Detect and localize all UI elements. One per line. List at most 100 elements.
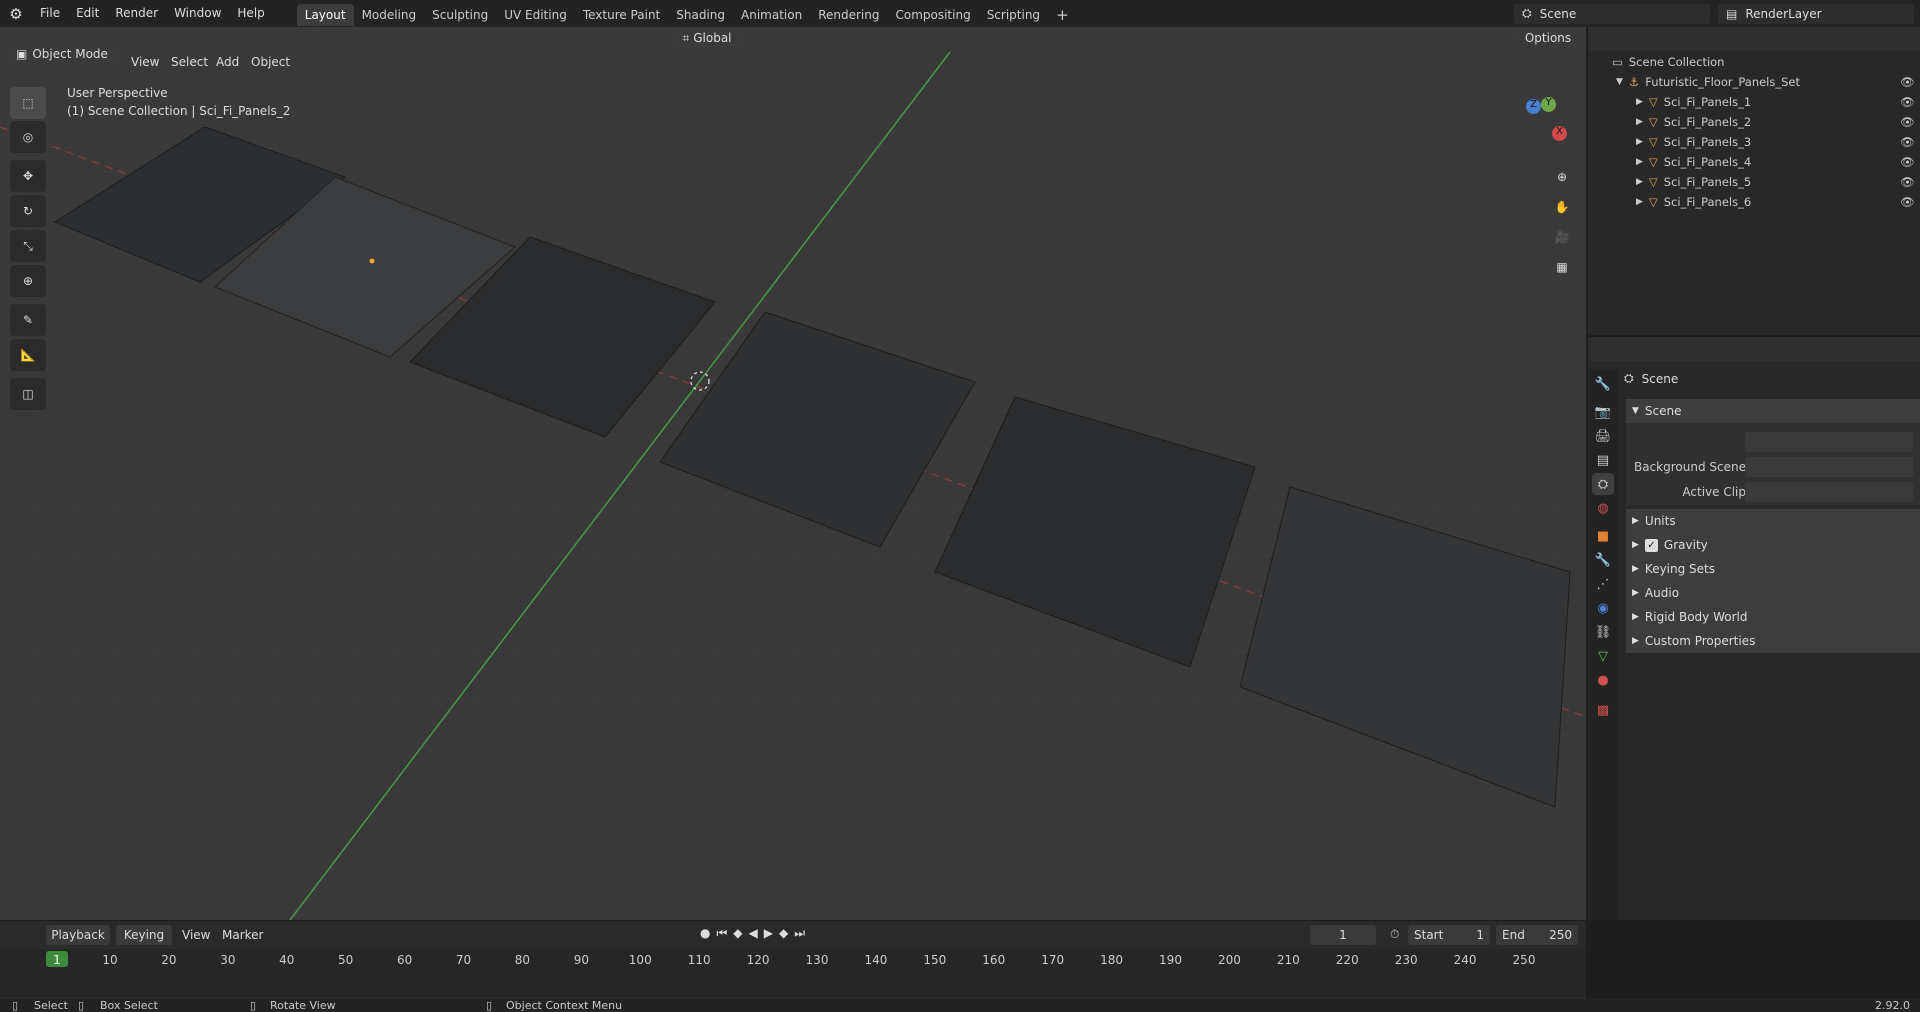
gravity-checkbox[interactable]: ✓ [1644, 538, 1658, 552]
ortho-grid-icon[interactable]: ▦ [1548, 253, 1576, 281]
audio-panel[interactable]: ▶ Audio [1626, 581, 1920, 605]
playback-menu[interactable]: Playback [46, 925, 110, 945]
cursor-tool[interactable]: ◎ [10, 121, 46, 153]
transform-tool[interactable]: ⊕ [10, 265, 46, 297]
tab-rendering[interactable]: Rendering [810, 4, 887, 26]
tab-compositing[interactable]: Compositing [887, 4, 978, 26]
transform-orientation-dropdown[interactable]: ⌗ Global [668, 28, 746, 48]
scene-tab-icon[interactable]: ⛭ [1592, 473, 1614, 495]
keying-menu[interactable]: Keying [116, 925, 172, 945]
timeline-view-menu[interactable]: View [182, 928, 210, 942]
jump-keyframe-forward-icon[interactable]: ◆ [779, 926, 788, 941]
constraints-tab-icon[interactable]: ⛓ [1592, 621, 1614, 643]
eye-icon[interactable]: 👁 [1900, 135, 1915, 149]
camera-field[interactable] [1745, 432, 1913, 452]
scene-selector[interactable]: ⛭ Scene [1514, 3, 1710, 24]
world-tab-icon[interactable]: ◍ [1592, 497, 1614, 519]
3d-viewport[interactable]: ▣ Object Mode View Select Add Object ⌗ G… [0, 27, 1586, 920]
move-tool[interactable]: ✥ [10, 160, 46, 192]
menu-render[interactable]: Render [107, 0, 166, 27]
play-reverse-icon[interactable]: ◀ [749, 926, 758, 941]
view-layer-tab-icon[interactable]: ▤ [1592, 449, 1614, 471]
eye-icon[interactable]: 👁 [1900, 75, 1915, 89]
jump-end-icon[interactable]: ⏭ [794, 926, 805, 941]
menu-file[interactable]: File [32, 0, 68, 27]
collection-row[interactable]: ▼ ⚓ Futuristic_Floor_Panels_Set 👁 [1588, 72, 1920, 92]
scale-tool[interactable]: ⤡ [10, 230, 46, 262]
tab-animation[interactable]: Animation [733, 4, 810, 26]
tab-texture-paint[interactable]: Texture Paint [575, 4, 668, 26]
start-frame-field[interactable]: Start 1 [1408, 925, 1490, 945]
view-layer-selector[interactable]: ▤ RenderLayer [1718, 3, 1914, 24]
tab-scripting[interactable]: Scripting [979, 4, 1048, 26]
pan-hand-icon[interactable]: ✋ [1548, 193, 1576, 221]
outliner-item-4[interactable]: ▶ ▽ Sci_Fi_Panels_4 👁 [1588, 152, 1920, 172]
tab-shading[interactable]: Shading [668, 4, 733, 26]
add-workspace-button[interactable]: + [1048, 4, 1077, 26]
stopwatch-icon[interactable]: ⏱ [1390, 927, 1399, 942]
eye-icon[interactable]: 👁 [1900, 155, 1915, 169]
blender-logo-icon[interactable]: ⚙ [0, 5, 32, 23]
frame-tick-label: 40 [279, 953, 295, 967]
gravity-panel[interactable]: ▶ ✓ Gravity [1626, 533, 1920, 557]
outliner-item-6[interactable]: ▶ ▽ Sci_Fi_Panels_6 👁 [1588, 192, 1920, 212]
playback-label: Playback [51, 928, 105, 942]
jump-start-icon[interactable]: ⏮ [716, 926, 727, 941]
outliner-item-5[interactable]: ▶ ▽ Sci_Fi_Panels_5 👁 [1588, 172, 1920, 192]
tab-uv-editing[interactable]: UV Editing [496, 4, 575, 26]
record-icon[interactable]: ● [700, 926, 710, 941]
camera-view-icon[interactable]: 🎥 [1548, 223, 1576, 251]
current-frame-field[interactable]: 1 [1310, 925, 1376, 945]
scene-section-header[interactable]: ▼ Scene [1626, 399, 1920, 423]
modifier-tab-icon[interactable]: 🔧 [1592, 549, 1614, 571]
add-cube-tool[interactable]: ◫ [10, 378, 46, 410]
menu-add[interactable]: Add [216, 55, 239, 69]
data-tab-icon[interactable]: ▽ [1592, 645, 1614, 667]
render-tab-icon[interactable]: 📷 [1592, 401, 1614, 423]
units-panel[interactable]: ▶ Units [1626, 509, 1920, 533]
menu-window[interactable]: Window [166, 0, 229, 27]
tool-tab-icon[interactable]: 🔧 [1592, 373, 1614, 395]
tab-sculpting[interactable]: Sculpting [424, 4, 496, 26]
perspective-label: User Perspective [67, 86, 168, 100]
mode-selector[interactable]: ▣ Object Mode [10, 44, 118, 64]
play-icon[interactable]: ▶ [764, 926, 773, 941]
menu-select[interactable]: Select [171, 55, 208, 69]
menu-help[interactable]: Help [229, 0, 272, 27]
rotate-tool[interactable]: ↻ [10, 195, 46, 227]
options-button[interactable]: Options [1516, 28, 1580, 48]
particles-tab-icon[interactable]: ⋰ [1592, 573, 1614, 595]
outliner-header [1588, 27, 1920, 51]
tab-layout[interactable]: Layout [296, 3, 354, 26]
zoom-icon[interactable]: ⊕ [1548, 163, 1576, 191]
output-tab-icon[interactable]: 🖨 [1592, 425, 1614, 447]
measure-tool[interactable]: 📐 [10, 339, 46, 371]
rigid-body-world-panel[interactable]: ▶ Rigid Body World [1626, 605, 1920, 629]
eye-icon[interactable]: 👁 [1900, 175, 1915, 189]
timeline-marker-menu[interactable]: Marker [222, 928, 263, 942]
tab-modeling[interactable]: Modeling [354, 4, 425, 26]
eye-icon[interactable]: 👁 [1900, 95, 1915, 109]
background-scene-field[interactable] [1745, 457, 1913, 477]
texture-tab-icon[interactable]: ▩ [1592, 699, 1614, 721]
end-frame-field[interactable]: End 250 [1496, 925, 1578, 945]
outliner-item-2[interactable]: ▶ ▽ Sci_Fi_Panels_2 👁 [1588, 112, 1920, 132]
object-tab-icon[interactable]: ■ [1592, 525, 1614, 547]
annotate-tool[interactable]: ✎ [10, 304, 46, 336]
scene-collection-row[interactable]: ▭ Scene Collection [1588, 52, 1920, 72]
outliner-item-3[interactable]: ▶ ▽ Sci_Fi_Panels_3 👁 [1588, 132, 1920, 152]
menu-view[interactable]: View [131, 55, 159, 69]
custom-properties-panel[interactable]: ▶ Custom Properties [1626, 629, 1920, 653]
keying-sets-panel[interactable]: ▶ Keying Sets [1626, 557, 1920, 581]
menu-object[interactable]: Object [251, 55, 290, 69]
outliner-item-1[interactable]: ▶ ▽ Sci_Fi_Panels_1 👁 [1588, 92, 1920, 112]
menu-edit[interactable]: Edit [68, 0, 107, 27]
material-tab-icon[interactable]: ● [1592, 669, 1614, 691]
eye-icon[interactable]: 👁 [1900, 115, 1915, 129]
active-clip-field[interactable] [1745, 482, 1913, 502]
jump-keyframe-back-icon[interactable]: ◆ [733, 926, 742, 941]
physics-tab-icon[interactable]: ◉ [1592, 597, 1614, 619]
select-box-tool[interactable]: ⬚ [10, 87, 46, 119]
eye-icon[interactable]: 👁 [1900, 195, 1915, 209]
chevron-right-icon: ▶ [1636, 117, 1643, 127]
